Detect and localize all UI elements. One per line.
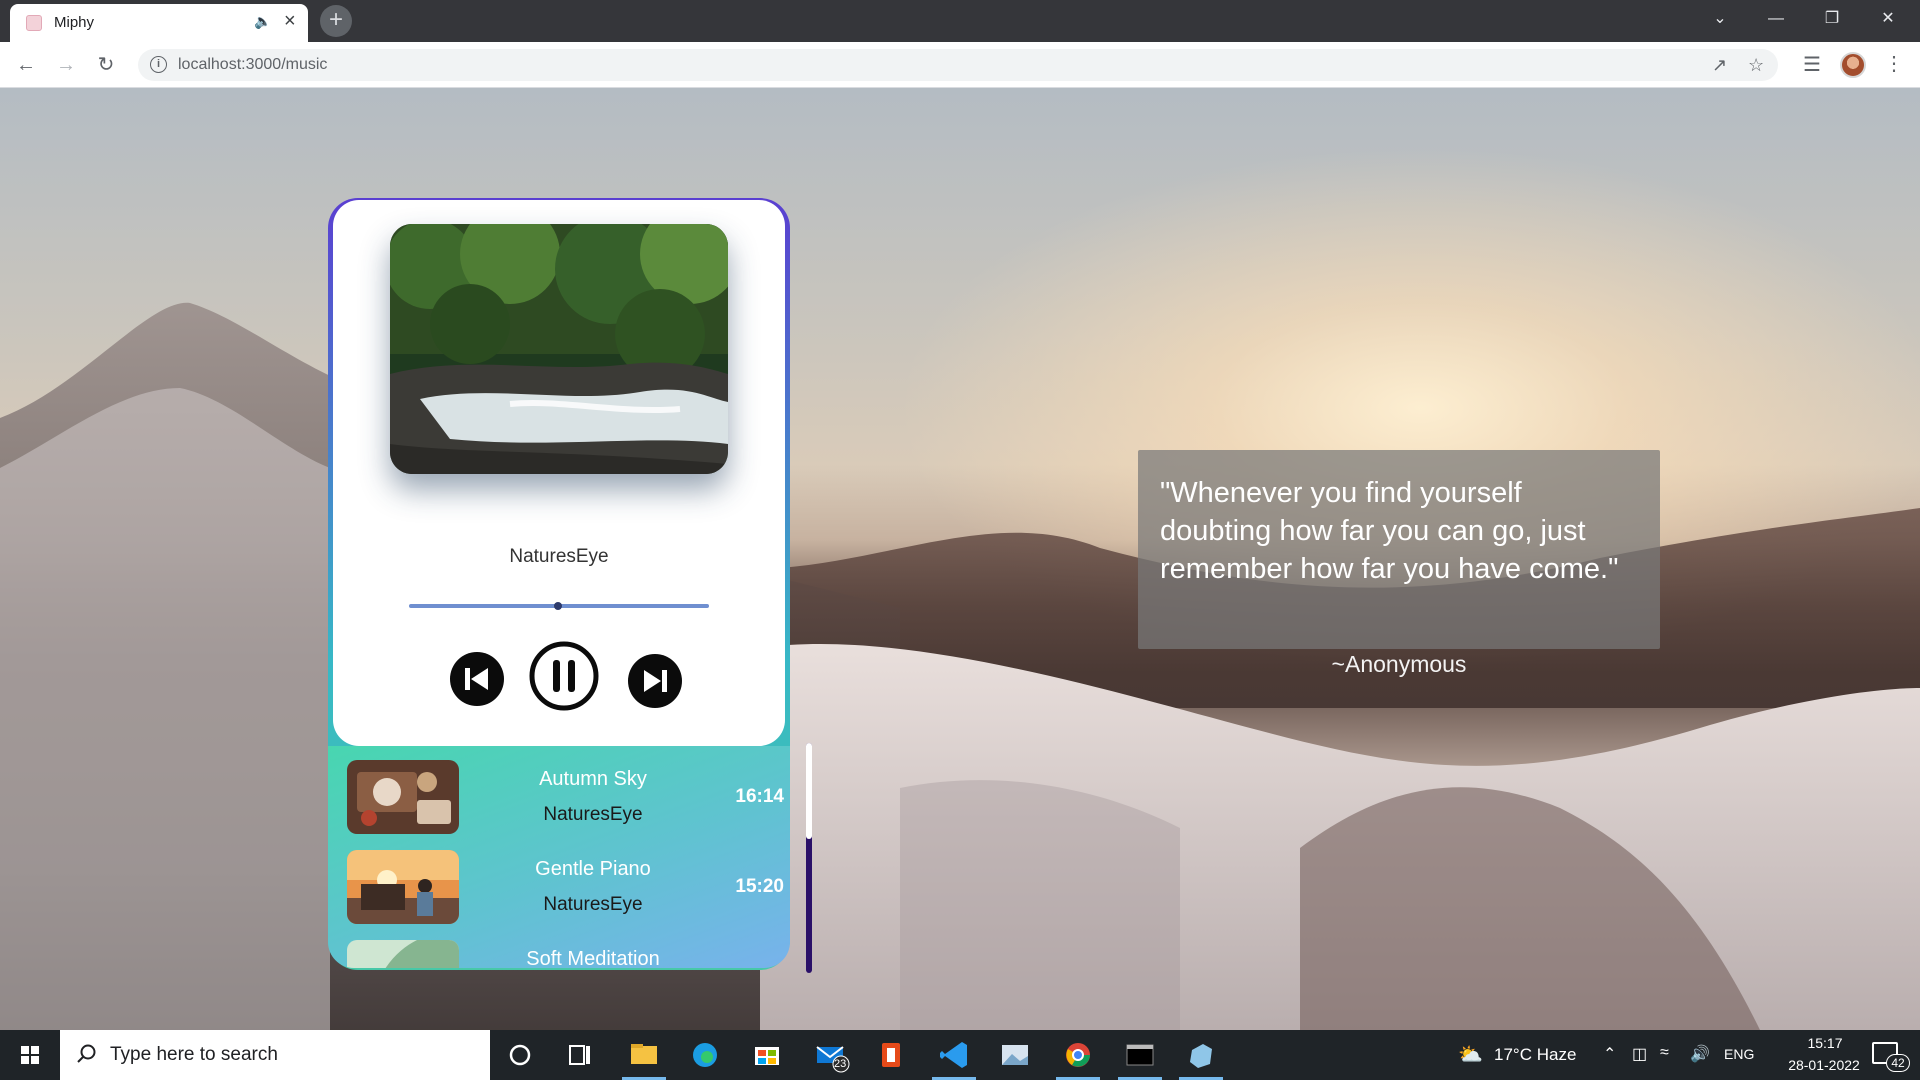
site-info-icon[interactable]: i (150, 56, 167, 73)
next-track-button[interactable] (626, 652, 684, 710)
forward-icon[interactable]: → (52, 51, 80, 79)
playlist-item[interactable]: Soft Meditation (328, 940, 790, 968)
browser-tab-miphy[interactable]: Miphy 🔈 × (10, 4, 308, 42)
playlist-item-title: Soft Meditation (526, 948, 660, 968)
tab-search-chevron-icon[interactable]: ⌄ (1692, 0, 1748, 38)
pause-button[interactable] (528, 640, 600, 712)
windows-taskbar: Type here to search 23 ⛅ 17°C Haze ⌃ ◫ ≈… (0, 1030, 1920, 1080)
address-bar[interactable]: i localhost:3000/music ↗ ☆ (138, 49, 1778, 81)
app-cube-icon[interactable] (1176, 1030, 1226, 1080)
playlist-item[interactable]: Autumn Sky NaturesEye 16:14 (328, 760, 790, 850)
playlist-item-duration: 15:20 (735, 876, 784, 897)
playlist-item-title: Autumn Sky (539, 768, 647, 790)
playlist-scrollbar-thumb[interactable] (806, 743, 812, 839)
photos-icon[interactable] (990, 1030, 1040, 1080)
tab-favicon (26, 15, 42, 31)
start-button[interactable] (0, 1030, 60, 1080)
browser-toolbar: ← → ↻ i localhost:3000/music ↗ ☆ ☰ ⋮ (0, 42, 1920, 88)
new-tab-button[interactable]: + (320, 5, 352, 37)
task-view-icon[interactable] (555, 1030, 605, 1080)
windows-logo-icon (21, 1046, 39, 1064)
share-icon[interactable]: ↗ (1712, 55, 1727, 76)
playlist-item-artist: NaturesEye (543, 894, 643, 915)
wifi-icon[interactable]: ≈ (1660, 1044, 1669, 1062)
close-icon[interactable]: × (284, 10, 296, 33)
playlist-item-artist: NaturesEye (543, 804, 643, 825)
weather-text[interactable]: 17°C Haze (1494, 1045, 1576, 1065)
quote-author: ~Anonymous (1331, 651, 1467, 677)
playlist: Autumn Sky NaturesEye 16:14 Gentle Piano… (328, 746, 790, 968)
clock-time[interactable]: 15:17 (1790, 1035, 1860, 1051)
device-icon[interactable]: ◫ (1632, 1044, 1647, 1064)
terminal-icon[interactable] (1115, 1030, 1165, 1080)
url-text[interactable]: localhost:3000/music (178, 56, 327, 74)
weather-icon[interactable]: ⛅ (1458, 1042, 1483, 1067)
cortana-icon[interactable] (495, 1030, 545, 1080)
mail-icon[interactable]: 23 (805, 1030, 855, 1080)
search-icon (76, 1043, 98, 1070)
bookmark-star-icon[interactable]: ☆ (1748, 55, 1764, 76)
browser-tab-strip: Miphy 🔈 × + ⌄ — ❐ ✕ (0, 0, 1920, 42)
tab-title: Miphy (54, 14, 95, 31)
reload-icon[interactable]: ↻ (92, 51, 120, 79)
playlist-thumbnail (347, 940, 459, 968)
album-cover-image (390, 224, 728, 474)
now-playing-title: NaturesEye (509, 546, 609, 567)
playlist-thumbnail (347, 850, 459, 924)
mail-badge: 23 (834, 1058, 847, 1070)
language-indicator[interactable]: ENG (1724, 1046, 1754, 1062)
edge-browser-icon[interactable] (680, 1030, 730, 1080)
restore-icon[interactable]: ❐ (1804, 0, 1860, 38)
progress-knob[interactable] (554, 602, 562, 610)
media-control-icon[interactable]: ☰ (1798, 51, 1826, 79)
playlist-thumbnail (347, 760, 459, 834)
clock-date[interactable]: 28-01-2022 (1774, 1057, 1874, 1073)
chrome-icon[interactable] (1053, 1030, 1103, 1080)
search-placeholder: Type here to search (110, 1044, 278, 1065)
chevron-up-icon[interactable]: ⌃ (1603, 1044, 1616, 1064)
office-icon[interactable] (866, 1030, 916, 1080)
minimize-icon[interactable]: — (1748, 0, 1804, 38)
playlist-item[interactable]: Gentle Piano NaturesEye 15:20 (328, 850, 790, 940)
menu-kebab-icon[interactable]: ⋮ (1884, 51, 1904, 76)
quote-text: "Whenever you find yourself doubting how… (1160, 477, 1619, 585)
notification-count-badge: 42 (1886, 1054, 1910, 1072)
file-explorer-icon[interactable] (619, 1030, 669, 1080)
playlist-item-title: Gentle Piano (535, 858, 651, 880)
volume-icon[interactable]: 🔊 (1690, 1044, 1710, 1064)
back-icon[interactable]: ← (12, 51, 40, 79)
vscode-icon[interactable] (929, 1030, 979, 1080)
taskbar-search-box[interactable]: Type here to search (60, 1030, 490, 1080)
profile-avatar[interactable] (1840, 52, 1866, 78)
window-close-icon[interactable]: ✕ (1860, 0, 1916, 38)
playlist-item-duration: 16:14 (735, 786, 784, 807)
speaker-icon[interactable]: 🔈 (254, 13, 271, 30)
previous-track-button[interactable] (448, 650, 506, 708)
microsoft-store-icon[interactable] (742, 1030, 792, 1080)
